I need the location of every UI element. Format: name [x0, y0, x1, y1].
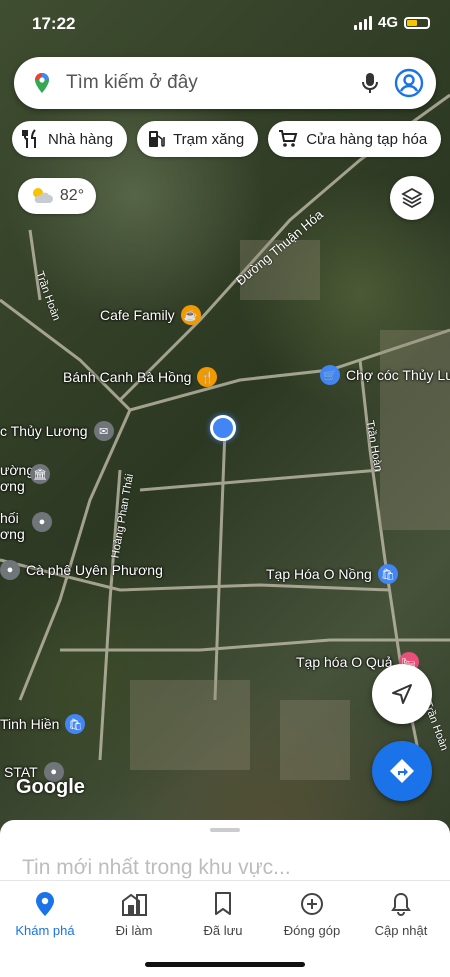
mail-icon: ✉	[93, 421, 114, 441]
partly-cloudy-icon	[32, 188, 53, 203]
tab-contribute[interactable]: Đóng góp	[267, 891, 357, 938]
home-indicator[interactable]	[145, 962, 305, 967]
shopping-bag-icon: 🛍	[65, 714, 86, 734]
maps-pin-logo-icon	[35, 73, 49, 93]
coffee-cup-icon: ☕	[180, 305, 201, 325]
poi-ca-phe-uyen-phuong[interactable]: ● Cà phê Uyên Phương	[0, 560, 163, 580]
tab-explore[interactable]: Khám phá	[0, 891, 90, 938]
chip-restaurants[interactable]: Nhà hàng	[12, 121, 128, 157]
poi-banh-canh[interactable]: Bánh Canh Bà Hồng 🍴	[63, 367, 218, 387]
poi-label: Tinh Hiền	[0, 716, 60, 732]
location-pin-icon[interactable]: ●	[32, 512, 52, 532]
fork-knife-icon	[22, 129, 36, 148]
tab-label: Khám phá	[15, 923, 75, 938]
poi-tinh-hien[interactable]: Tinh Hiền 🛍	[0, 714, 86, 734]
account-avatar-icon[interactable]	[394, 68, 424, 98]
poi-label: ơng	[0, 526, 25, 542]
poi-partial-2[interactable]: hối ơng	[0, 510, 25, 542]
poi-label: Cafe Family	[100, 307, 175, 323]
chip-label: Cửa hàng tạp hóa	[306, 130, 428, 148]
tab-label: Cập nhật	[374, 923, 428, 938]
weather-temp: 82°	[59, 187, 85, 204]
school-icon[interactable]: 🏛	[30, 464, 50, 484]
my-location-button[interactable]	[372, 664, 432, 724]
poi-label: Tạp hóa O Quả	[296, 654, 393, 670]
poi-buu-dien[interactable]: c Thủy Lương ✉	[0, 421, 114, 441]
chip-gas-stations[interactable]: Trạm xăng	[137, 121, 259, 157]
poi-label: Cà phê Uyên Phương	[26, 562, 163, 578]
cart-icon	[279, 130, 298, 147]
poi-label: c Thủy Lương	[0, 423, 88, 439]
poi-partial-1[interactable]: ường ơng	[0, 462, 34, 494]
search-input[interactable]: Tìm kiếm ở đây	[66, 72, 360, 94]
gas-station-icon	[149, 131, 165, 147]
poi-cafe-family[interactable]: Cafe Family ☕	[100, 305, 201, 325]
poi-cho-coc[interactable]: 🛒 Chợ cóc Thủy Lương	[320, 365, 450, 385]
chip-label: Nhà hàng	[48, 130, 114, 148]
tab-label: Đóng góp	[283, 923, 341, 938]
chip-label: Trạm xăng	[173, 130, 245, 148]
poi-label: ơng	[0, 478, 25, 494]
tab-commute[interactable]: Đi làm	[89, 891, 179, 938]
commute-icon	[122, 893, 147, 916]
sheet-drag-handle[interactable]	[210, 828, 240, 832]
bell-icon	[391, 892, 411, 916]
explore-pin-icon	[36, 892, 54, 916]
poi-label: ường	[0, 462, 35, 478]
tab-label: Đi làm	[115, 923, 153, 938]
google-logo: Google	[16, 776, 85, 798]
poi-label: Bánh Canh Bà Hồng	[63, 369, 192, 385]
layers-icon	[401, 187, 423, 209]
chip-grocery[interactable]: Cửa hàng tạp hóa	[268, 121, 442, 157]
network-type: 4G	[377, 14, 398, 31]
poi-label: hối	[0, 510, 19, 526]
shopping-bag-icon: 🛍	[377, 564, 398, 584]
poi-label: Chợ cóc Thủy Lương	[346, 367, 450, 383]
status-indicators: 4G	[353, 14, 430, 31]
bookmark-icon	[215, 892, 231, 915]
poi-label: Tạp Hóa O Nồng	[266, 566, 372, 582]
weather-chip[interactable]: 82°	[18, 178, 96, 214]
location-pin-icon: ●	[0, 560, 20, 580]
battery-icon	[404, 16, 430, 29]
layers-button[interactable]	[390, 176, 434, 220]
status-bar: 17:22 4G	[0, 0, 450, 46]
search-bar[interactable]: Tìm kiếm ở đây	[14, 57, 436, 109]
microphone-icon[interactable]	[360, 71, 380, 95]
directions-button[interactable]	[372, 741, 432, 801]
tab-label: Đã lưu	[203, 923, 243, 938]
current-location-dot	[210, 415, 236, 441]
sheet-title: Tin mới nhất trong khu vực...	[22, 856, 291, 879]
tab-updates[interactable]: Cập nhật	[356, 891, 446, 938]
tab-saved[interactable]: Đã lưu	[178, 891, 268, 938]
poi-tap-hoa-o-nong[interactable]: Tạp Hóa O Nồng 🛍	[266, 564, 398, 584]
cart-icon: 🛒	[320, 365, 340, 385]
signal-icon	[353, 15, 372, 30]
category-chips: Nhà hàng Trạm xăng Cửa hàng tạp hóa	[12, 121, 442, 157]
directions-icon	[390, 759, 414, 783]
fork-knife-icon: 🍴	[197, 367, 218, 387]
add-circle-icon	[301, 893, 323, 915]
status-time: 17:22	[32, 14, 76, 33]
navigation-arrow-icon	[392, 684, 412, 704]
